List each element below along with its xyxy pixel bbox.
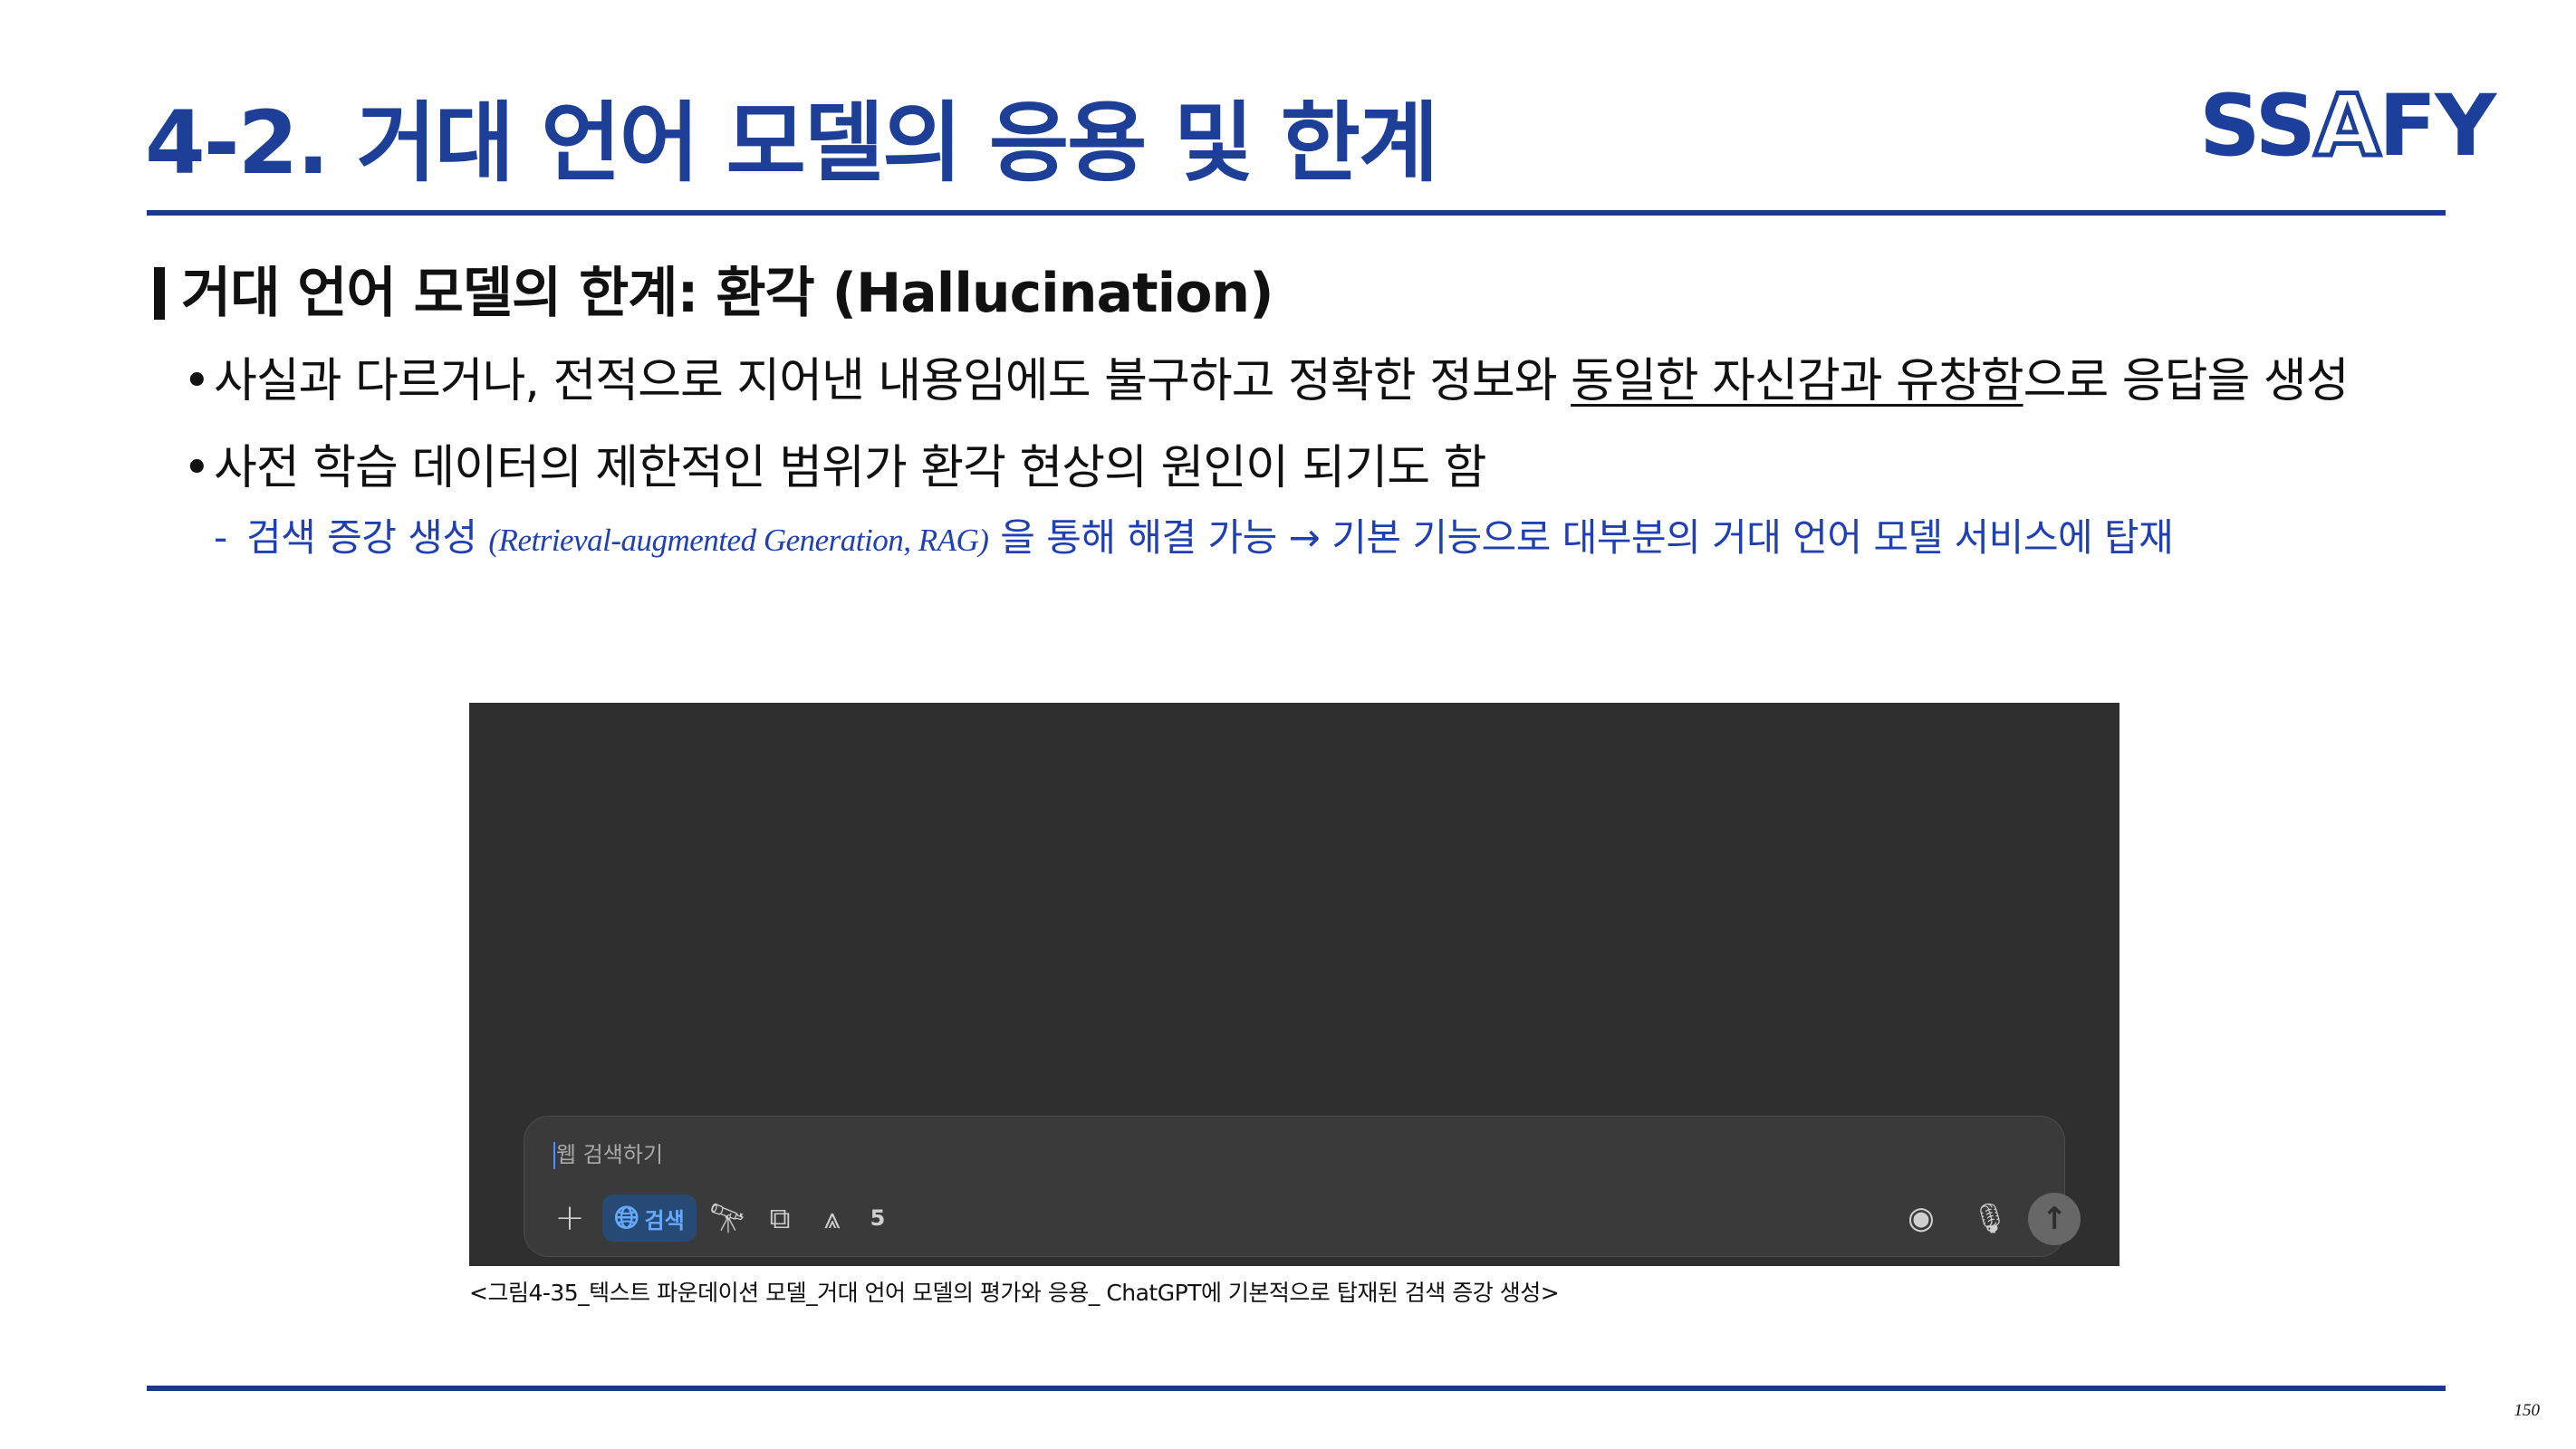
tool-count-badge: 5 (870, 1205, 886, 1231)
bullet-text-after: 으로 응답을 생성 (2023, 354, 2350, 408)
figure-caption: <그림4-35_텍스트 파운데이션 모델_거대 언어 모델의 평가와 응용_ C… (469, 1280, 1560, 1306)
sub-bullet-marker: - (214, 515, 227, 560)
microphone-icon[interactable]: 🎙︎ (1966, 1195, 2014, 1242)
logo-part-ss: SS (2199, 77, 2316, 176)
sub-bullet-text: 검색 증강 생성 (246, 515, 489, 560)
web-search-input[interactable]: 웹 검색하기 (553, 1137, 663, 1173)
ssafy-logo: SSAFY (2199, 79, 2496, 174)
chat-composer[interactable]: 웹 검색하기 + 🌐︎ 검색 🔭︎ ⧉ ⩓ 5 ◉ 🎙︎ ↑ (524, 1116, 2081, 1257)
apps-icon[interactable]: ⩓ (809, 1195, 856, 1242)
bullet-marker: • (183, 441, 211, 495)
telescope-icon[interactable]: 🔭︎ (704, 1195, 751, 1242)
header-divider (147, 210, 2446, 216)
sub-bullet-item: - 검색 증강 생성 (Retrieval-augmented Generatio… (214, 513, 2174, 563)
section-heading-text: 거대 언어 모델의 한계: 환각 (Hallucination) (181, 262, 1274, 325)
chatgpt-screenshot: 웹 검색하기 + 🌐︎ 검색 🔭︎ ⧉ ⩓ 5 ◉ 🎙︎ ↑ (469, 703, 2119, 1266)
globe-icon: 🌐︎ (614, 1200, 639, 1236)
plus-icon[interactable]: + (546, 1195, 593, 1242)
sub-bullet-term: (Retrieval-augmented Generation, RAG) (488, 523, 989, 558)
bullet-item: •사전 학습 데이터의 제한적인 범위가 환각 현상의 원인이 되기도 함 (183, 438, 1486, 498)
logo-part-fy: FY (2378, 77, 2496, 176)
footer-divider (147, 1386, 2446, 1391)
web-search-placeholder: 웹 검색하기 (556, 1142, 664, 1167)
section-heading: 거대 언어 모델의 한계: 환각 (Hallucination) (154, 261, 1274, 326)
bullet-text: 사전 학습 데이터의 제한적인 범위가 환각 현상의 원인이 되기도 함 (214, 441, 1486, 495)
bullet-item: •사실과 다르거나, 전적으로 지어낸 내용임에도 불구하고 정확한 정보와 동… (183, 351, 2350, 411)
sub-bullet-text-after: 을 통해 해결 가능 → 기본 기능으로 대부분의 거대 언어 모델 서비스에 … (988, 515, 2174, 560)
search-toggle-label: 검색 (644, 1207, 685, 1233)
arrow-up-icon: ↑ (2041, 1201, 2068, 1237)
page-title: 4-2. 거대 언어 모델의 응용 및 한계 (145, 92, 1438, 194)
bullet-text-underlined: 동일한 자신감과 유창함 (1571, 354, 2023, 408)
bullet-text: 사실과 다르거나, 전적으로 지어낸 내용임에도 불구하고 정확한 정보와 (214, 354, 1572, 408)
canvas-icon[interactable]: ⧉ (756, 1195, 803, 1242)
search-toggle-button[interactable]: 🌐︎ 검색 (602, 1195, 697, 1242)
record-icon[interactable]: ◉ (1898, 1195, 1945, 1242)
text-caret (553, 1142, 555, 1169)
page-number: 150 (2514, 1401, 2541, 1420)
bullet-marker: • (183, 354, 211, 408)
section-bar-icon (154, 267, 165, 320)
logo-part-a: A (2312, 77, 2383, 176)
send-button[interactable]: ↑ (2028, 1193, 2081, 1245)
